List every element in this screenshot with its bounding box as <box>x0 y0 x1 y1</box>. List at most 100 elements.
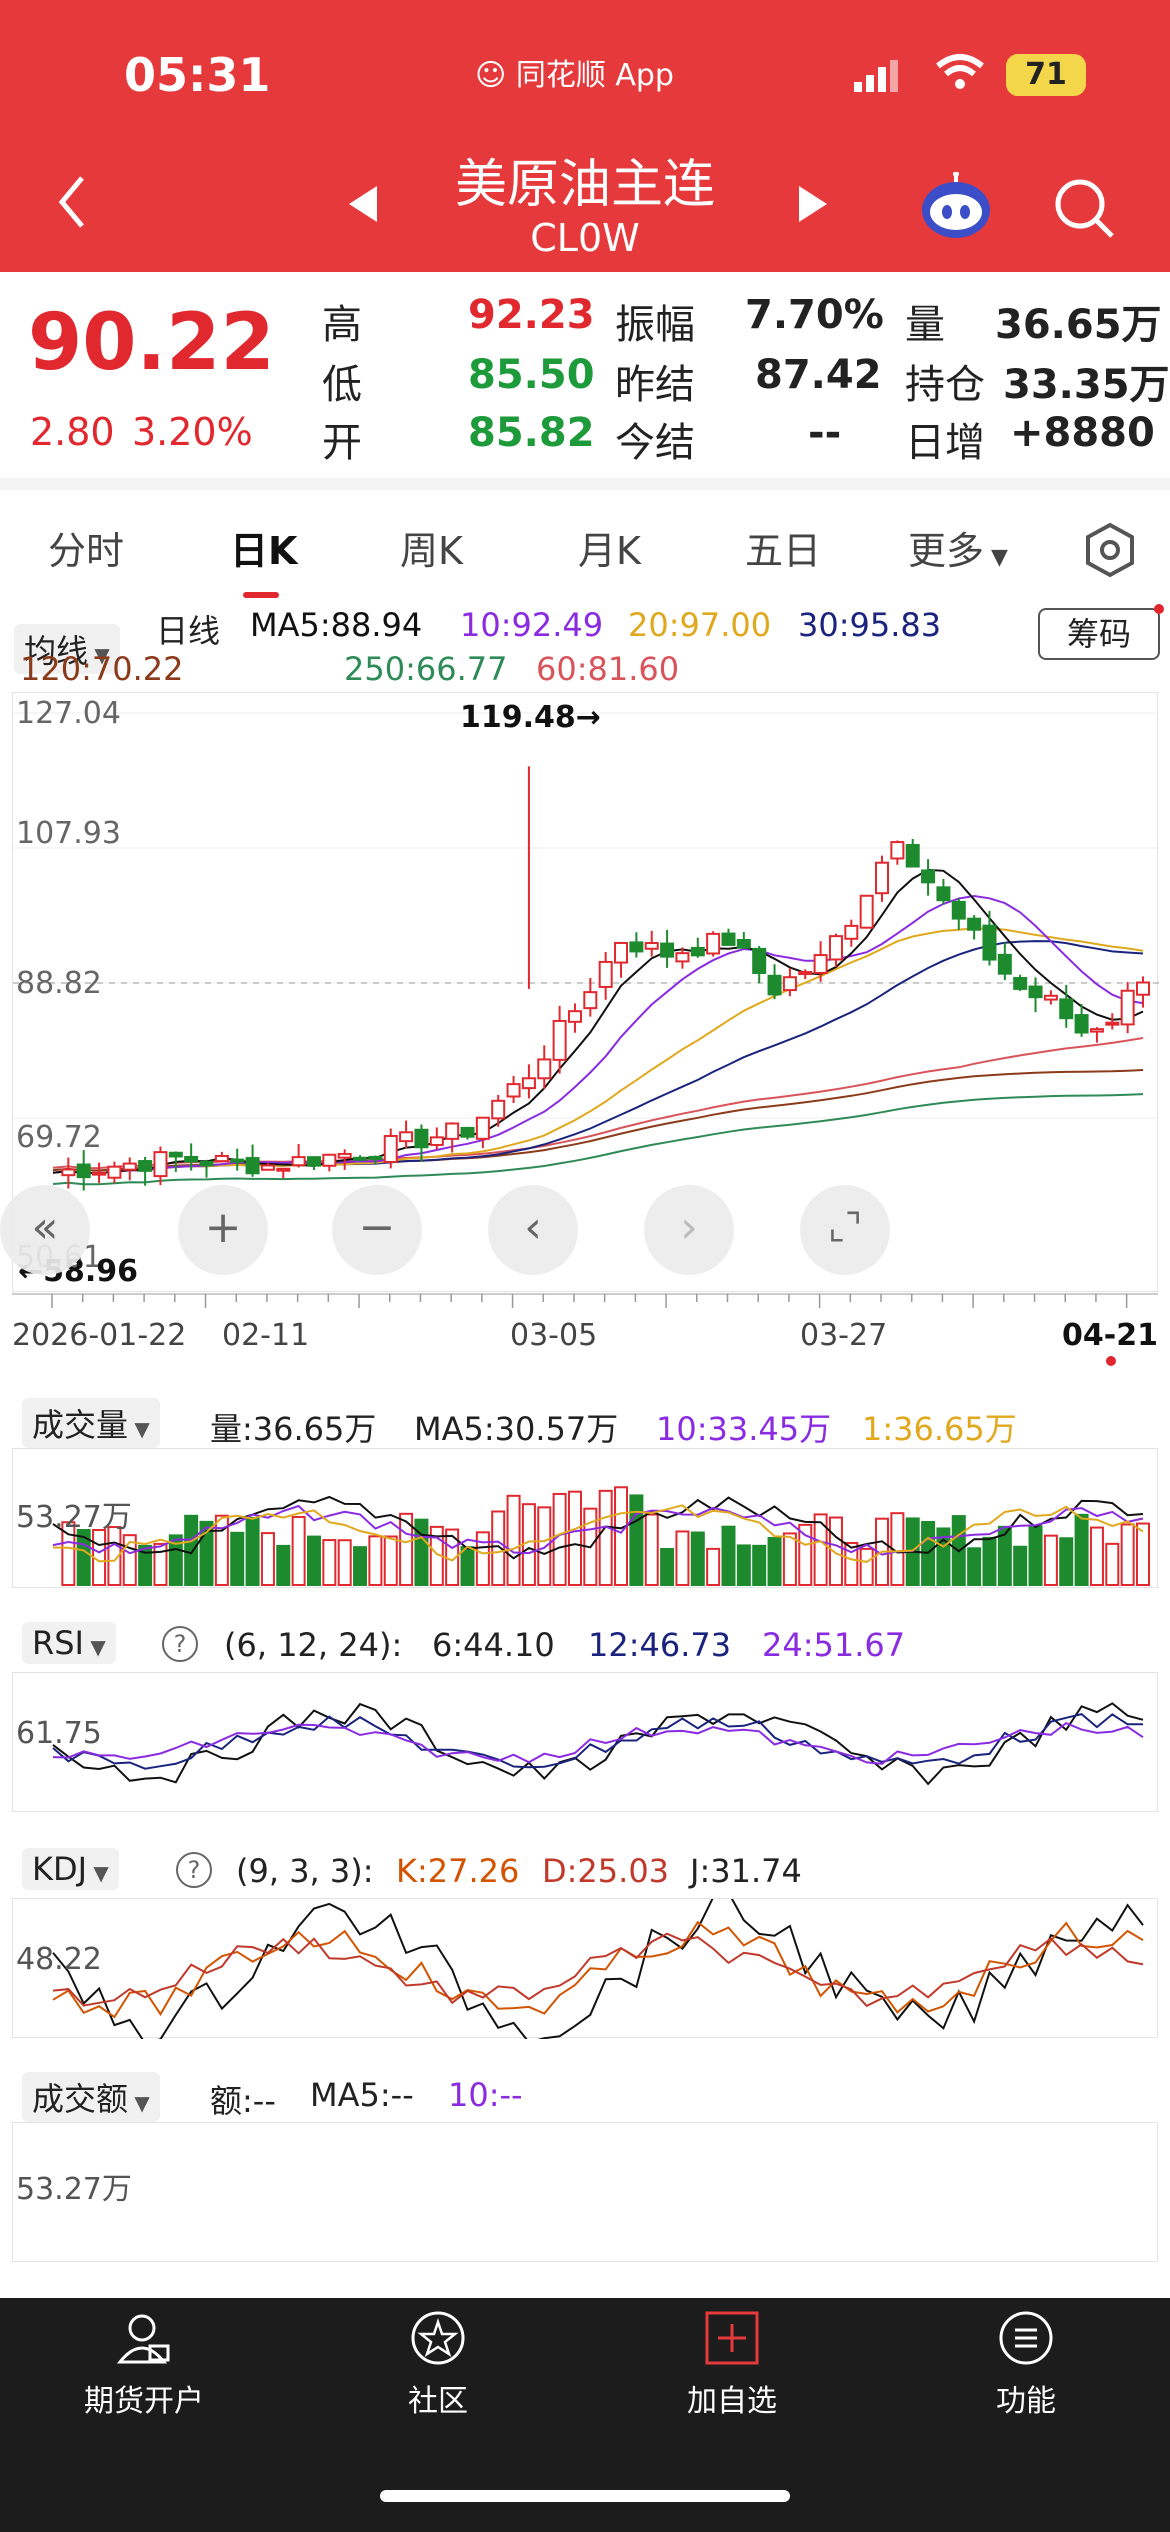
nav-futures-label: 期货开户 <box>84 2384 204 2419</box>
candle-body <box>260 1164 275 1171</box>
candle-body <box>445 1122 460 1140</box>
tab-five-day[interactable]: 五日 <box>745 520 821 575</box>
kdj-indicator-select[interactable]: KDJ ▼ <box>22 1848 119 1890</box>
battery-indicator: 71 <box>1006 54 1086 96</box>
candle <box>951 898 966 930</box>
candle-body <box>383 1134 398 1163</box>
rsi-params: (6, 12, 24): <box>224 1626 403 1664</box>
candle-body <box>521 1077 536 1090</box>
kdj-help-icon[interactable]: ? <box>176 1852 212 1888</box>
next-contract-icon[interactable] <box>795 184 831 228</box>
ma120-value: 120:70.22 <box>20 650 184 688</box>
open-value: 85.82 <box>468 410 595 456</box>
candle <box>291 1143 306 1168</box>
volume-bar <box>306 1535 321 1586</box>
chip-distribution-button[interactable]: 筹码 <box>1038 608 1160 660</box>
candle-body <box>967 917 982 931</box>
candle-body <box>245 1157 260 1175</box>
scroll-left-icon[interactable]: ‹ <box>488 1185 578 1275</box>
turnover-selector-label: 成交额 <box>32 2080 129 2118</box>
candle <box>1105 1013 1120 1030</box>
robot-assistant-icon[interactable] <box>918 171 994 246</box>
candle <box>92 1162 107 1184</box>
tab-weekly-k[interactable]: 周K <box>400 520 463 575</box>
date-label-end: 04-21 <box>1062 1318 1158 1353</box>
open-label: 开 <box>322 420 362 466</box>
kline-chart[interactable] <box>13 693 1159 1293</box>
ma20-line <box>52 927 1144 1175</box>
date-label-0327: 03-27 <box>800 1318 888 1353</box>
collapse-arrow-icon[interactable]: « <box>0 1185 90 1275</box>
candle-body <box>506 1083 521 1098</box>
volume-indicator-select[interactable]: 成交量 ▼ <box>22 1398 160 1448</box>
settings-hexagon-icon[interactable] <box>1082 522 1138 582</box>
today-settle-label: 今结 <box>615 420 695 466</box>
candle-body <box>322 1153 337 1167</box>
candle-body <box>153 1151 168 1178</box>
amplitude-label: 振幅 <box>615 302 695 348</box>
ma60-value: 60:81.60 <box>536 650 680 688</box>
volume-bar <box>1028 1525 1043 1586</box>
candle-body <box>168 1151 183 1158</box>
tab-daily-k[interactable]: 日K <box>230 520 297 575</box>
tab-monthly-k[interactable]: 月K <box>578 520 641 575</box>
zoom-out-icon[interactable]: − <box>332 1185 422 1275</box>
nav-functions[interactable]: 功能 <box>926 2310 1126 2420</box>
volume-bar <box>245 1516 260 1586</box>
turnover-indicator-select[interactable]: 成交额 ▼ <box>22 2072 160 2122</box>
open-interest-value: 33.35万 <box>1003 362 1170 408</box>
volume-bar <box>537 1506 552 1586</box>
home-indicator <box>380 2490 790 2502</box>
rsi-help-icon[interactable]: ? <box>162 1626 198 1662</box>
back-icon[interactable] <box>52 172 92 236</box>
kline-panel[interactable] <box>12 692 1159 1293</box>
last-price: 90.22 <box>28 298 275 388</box>
candle-body <box>107 1165 122 1179</box>
zoom-in-icon[interactable]: + <box>178 1185 268 1275</box>
contract-title: 美原油主连 <box>454 155 715 215</box>
nav-community[interactable]: 社区 <box>338 2310 538 2420</box>
app-name-label: 同花顺 App <box>515 58 674 93</box>
tab-more[interactable]: 更多 ▼ <box>908 520 1008 575</box>
candle <box>353 1155 368 1161</box>
volume-bar <box>1105 1542 1120 1587</box>
volume-panel <box>12 1448 1158 1588</box>
y-tick-88: 88.82 <box>16 966 102 1001</box>
volume-bar <box>368 1535 383 1586</box>
candle-body <box>276 1167 291 1172</box>
kdj-panel <box>12 1891 1158 2045</box>
candle <box>306 1156 321 1170</box>
candle-body <box>798 971 813 976</box>
volume-bar <box>660 1547 675 1587</box>
today-settle-value: -- <box>808 410 842 456</box>
candle-body <box>1059 998 1074 1020</box>
turnover-amount: 额:-- <box>210 2082 276 2120</box>
nav-futures-account[interactable]: 期货开户 <box>44 2310 244 2420</box>
menu-icon <box>999 2311 1053 2365</box>
open-interest-label: 持仓 <box>905 362 985 408</box>
prev-contract-icon[interactable] <box>345 184 381 228</box>
volume-bar <box>260 1532 275 1586</box>
search-icon[interactable] <box>1052 176 1116 244</box>
daily-increase-label: 日增 <box>905 420 985 466</box>
ma60-line <box>52 1037 1144 1170</box>
tab-more-label: 更多 <box>908 529 985 573</box>
candle <box>752 946 767 984</box>
candle-body <box>122 1162 137 1171</box>
volume-bar <box>782 1532 797 1586</box>
candle-body <box>537 1058 552 1080</box>
tab-intraday[interactable]: 分时 <box>48 520 124 575</box>
candle <box>859 894 874 929</box>
ma5-value: MA5:88.94 <box>250 606 423 644</box>
nav-add-watchlist[interactable]: 加自选 <box>632 2310 832 2420</box>
turnover-axis-label: 53.27万 <box>16 2172 132 2207</box>
candle-body <box>1074 1014 1089 1034</box>
candle-body <box>429 1136 444 1146</box>
fullscreen-icon[interactable]: ⌞⌝ <box>800 1185 890 1275</box>
date-label-0211: 02-11 <box>222 1318 310 1353</box>
rsi-indicator-select[interactable]: RSI ▼ <box>22 1622 116 1664</box>
scroll-right-icon[interactable]: › <box>644 1185 734 1275</box>
candle-body <box>690 946 705 957</box>
volume-bar <box>629 1494 644 1587</box>
candle <box>521 1064 536 1099</box>
